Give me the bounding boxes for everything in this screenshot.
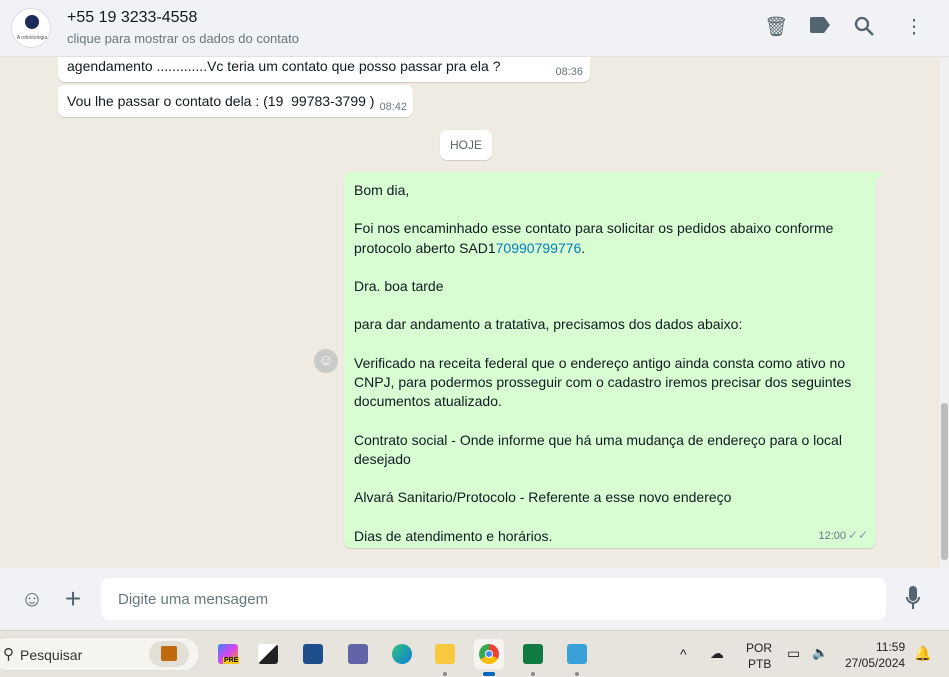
- teams-icon[interactable]: [343, 639, 373, 669]
- label-icon[interactable]: [808, 16, 832, 40]
- avatar-logo-text: A odontologia: [16, 35, 48, 41]
- cloud-offline-icon[interactable]: ☁: [710, 645, 724, 662]
- preview-badge: PRE: [223, 657, 240, 664]
- emoji-icon[interactable]: ☺: [19, 586, 45, 612]
- microphone-icon[interactable]: [903, 586, 923, 612]
- message-text: Vou lhe passar o contato dela : (19 9978…: [67, 93, 375, 109]
- protocol-link[interactable]: 70990799776: [496, 240, 582, 256]
- search-label: Pesquisar: [20, 647, 83, 663]
- network-icon[interactable]: ▭: [787, 645, 800, 662]
- message-text: agendamento .............Vc teria um con…: [67, 58, 501, 74]
- scrollbar-thumb[interactable]: [941, 403, 948, 560]
- briefcase-icon[interactable]: [149, 641, 189, 667]
- message-text-part: . Dra. boa tarde para dar andamento a tr…: [354, 239, 852, 544]
- bubble-tail: [875, 172, 884, 181]
- message-incoming[interactable]: agendamento .............Vc teria um con…: [58, 57, 590, 82]
- window-app-icon[interactable]: [253, 639, 283, 669]
- clock-time[interactable]: 11:59: [876, 640, 905, 654]
- taskbar-search[interactable]: ⚲ Pesquisar: [0, 637, 200, 671]
- search-icon: ⚲: [3, 646, 14, 663]
- tooth-logo-icon: [25, 15, 39, 29]
- file-explorer-icon[interactable]: [430, 639, 460, 676]
- search-icon[interactable]: [852, 16, 876, 40]
- message-input[interactable]: [101, 578, 886, 620]
- notification-bell-icon[interactable]: 🔔: [914, 645, 931, 662]
- menu-icon[interactable]: ⋮: [902, 16, 926, 40]
- message-outgoing[interactable]: Bom dia, Foi nos encaminhado esse contat…: [344, 172, 884, 548]
- message-incoming[interactable]: Vou lhe passar o contato dela : (19 9978…: [58, 85, 413, 117]
- volume-muted-icon[interactable]: 🔈: [812, 645, 828, 661]
- notepad-icon[interactable]: [562, 639, 592, 676]
- message-time: 12:00: [818, 530, 846, 542]
- excel-icon[interactable]: [518, 639, 548, 676]
- contact-subtitle[interactable]: clique para mostrar os dados do contato: [67, 31, 299, 46]
- message-time: 08:42: [379, 101, 407, 113]
- message-time: 08:36: [555, 66, 583, 78]
- chrome-icon[interactable]: [474, 639, 504, 676]
- edge-icon[interactable]: [387, 639, 417, 669]
- language-indicator[interactable]: POR: [746, 641, 772, 655]
- chat-header[interactable]: A odontologia +55 19 3233-4558 clique pa…: [0, 0, 949, 57]
- contact-avatar[interactable]: A odontologia: [11, 8, 51, 48]
- chevron-up-icon[interactable]: ^: [680, 646, 687, 662]
- keyboard-layout[interactable]: PTB: [748, 657, 771, 671]
- message-text: Bom dia, Foi nos encaminhado esse contat…: [354, 181, 854, 546]
- copilot-icon[interactable]: PRE: [213, 639, 243, 669]
- message-list: agendamento .............Vc teria um con…: [0, 57, 940, 568]
- attach-plus-icon[interactable]: +: [61, 585, 85, 613]
- contact-name[interactable]: +55 19 3233-4558: [67, 9, 197, 27]
- delete-icon[interactable]: 🗑: [764, 16, 788, 40]
- store-icon[interactable]: [298, 639, 328, 669]
- clock-date[interactable]: 27/05/2024: [845, 656, 905, 670]
- read-status-icon: ✓✓: [847, 528, 868, 542]
- react-emoji-icon[interactable]: ☺: [314, 349, 338, 373]
- date-divider: HOJE: [440, 130, 492, 160]
- message-text-part: Bom dia, Foi nos encaminhado esse contat…: [354, 182, 834, 256]
